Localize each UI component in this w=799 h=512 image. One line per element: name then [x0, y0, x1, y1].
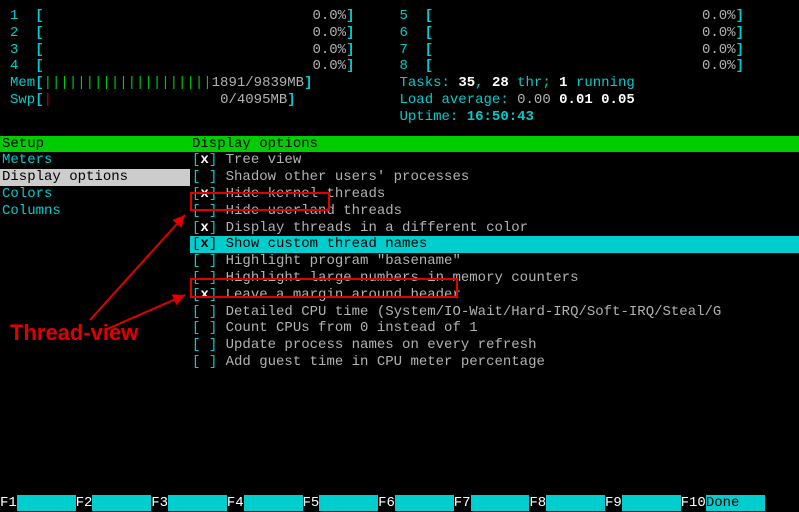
setup-menu-item-columns[interactable]: Columns: [0, 203, 190, 220]
display-option-shadow-other-users-processes[interactable]: [ ] Shadow other users' processes: [190, 169, 799, 186]
setup-panel: Setup MetersDisplay optionsColorsColumns…: [0, 136, 799, 371]
fkey-f7[interactable]: [471, 495, 530, 511]
display-option-update-process-names-on-every-refresh[interactable]: [ ] Update process names on every refres…: [190, 337, 799, 354]
fkey-f10[interactable]: Done: [706, 495, 765, 511]
display-option-hide-kernel-threads[interactable]: [x] Hide kernel threads: [190, 186, 799, 203]
header-meters: 1 [ 0.0%]2 [ 0.0%]3 [ 0.0%]4 [ 0.0%]Mem[…: [0, 0, 799, 130]
fkey-f9[interactable]: [622, 495, 681, 511]
function-key-bar: F1 F2 F3 F4 F5 F6 F7 F8 F9 F10Done: [0, 495, 799, 512]
display-options-panel: Display options [x] Tree view[ ] Shadow …: [190, 136, 799, 371]
setup-menu-item-display-options[interactable]: Display options: [0, 169, 190, 186]
display-option-leave-a-margin-around-header[interactable]: [x] Leave a margin around header: [190, 287, 799, 304]
display-option-highlight-large-numbers-in-memory-counters[interactable]: [ ] Highlight large numbers in memory co…: [190, 270, 799, 287]
display-option-detailed-cpu-time-system-io-wait-hard-irq-soft-irq-steal-g[interactable]: [ ] Detailed CPU time (System/IO-Wait/Ha…: [190, 304, 799, 321]
setup-menu: Setup MetersDisplay optionsColorsColumns: [0, 136, 190, 371]
display-option-show-custom-thread-names[interactable]: [x] Show custom thread names: [190, 236, 799, 253]
fkey-f4[interactable]: [244, 495, 303, 511]
fkey-f5[interactable]: [319, 495, 378, 511]
fkey-f6[interactable]: [395, 495, 454, 511]
display-option-count-cpus-from-0-instead-of-1[interactable]: [ ] Count CPUs from 0 instead of 1: [190, 320, 799, 337]
setup-menu-header: Setup: [0, 136, 190, 153]
fkey-f3[interactable]: [168, 495, 227, 511]
display-option-hide-userland-threads[interactable]: [ ] Hide userland threads: [190, 203, 799, 220]
display-option-tree-view[interactable]: [x] Tree view: [190, 152, 799, 169]
display-option-highlight-program-basename[interactable]: [ ] Highlight program "basename": [190, 253, 799, 270]
display-option-display-threads-in-a-different-color[interactable]: [x] Display threads in a different color: [190, 220, 799, 237]
fkey-f2[interactable]: [92, 495, 151, 511]
fkey-f8[interactable]: [546, 495, 605, 511]
fkey-f1[interactable]: [17, 495, 76, 511]
setup-menu-item-colors[interactable]: Colors: [0, 186, 190, 203]
display-options-header: Display options: [190, 136, 799, 153]
display-option-add-guest-time-in-cpu-meter-percentage[interactable]: [ ] Add guest time in CPU meter percenta…: [190, 354, 799, 371]
setup-menu-item-meters[interactable]: Meters: [0, 152, 190, 169]
